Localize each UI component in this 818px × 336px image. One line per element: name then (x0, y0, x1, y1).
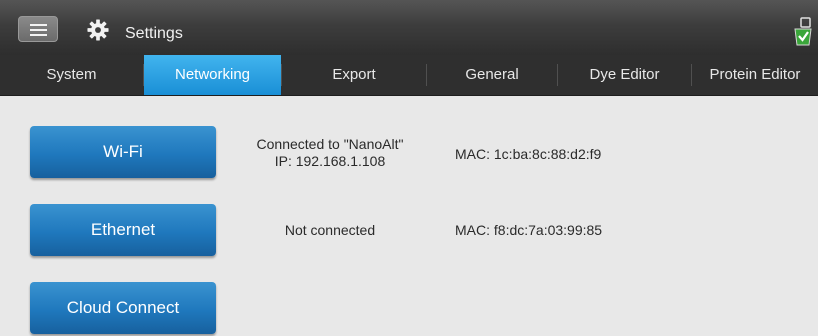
hamburger-menu-icon (30, 24, 47, 26)
tab-bar: System Networking Export General Dye Edi… (0, 55, 818, 96)
cloud-connect-button[interactable]: Cloud Connect (30, 282, 216, 334)
hamburger-menu-icon-bar (30, 34, 47, 36)
gear-icon (87, 19, 109, 41)
wifi-connection-status: Connected to "NanoAlt" (256, 136, 404, 152)
tab-networking[interactable]: Networking (144, 55, 281, 95)
ethernet-button[interactable]: Ethernet (30, 204, 216, 256)
tab-dye-editor[interactable]: Dye Editor (558, 55, 691, 95)
settings-screen: Settings System Networking Export Genera… (0, 0, 818, 336)
title-bar: Settings (0, 0, 818, 55)
wifi-mac-address: MAC: 1c:ba:8c:88:d2:f9 (455, 146, 602, 162)
tab-general[interactable]: General (427, 55, 557, 95)
networking-panel: Wi-Fi Connected to "NanoAlt" IP: 192.168… (0, 96, 818, 336)
tab-protein-editor[interactable]: Protein Editor (692, 55, 818, 95)
page-title: Settings (125, 25, 183, 42)
wifi-button[interactable]: Wi-Fi (30, 126, 216, 178)
hamburger-menu-icon-bar (30, 29, 47, 31)
wifi-ip-address: IP: 192.168.1.108 (274, 153, 386, 169)
tab-export[interactable]: Export (282, 55, 426, 95)
ethernet-mac-address: MAC: f8:dc:7a:03:99:85 (455, 222, 603, 238)
tab-system[interactable]: System (0, 55, 143, 95)
instrument-status-icon[interactable] (792, 17, 814, 47)
menu-button[interactable] (18, 16, 58, 42)
ethernet-connection-status: Not connected (284, 222, 376, 238)
